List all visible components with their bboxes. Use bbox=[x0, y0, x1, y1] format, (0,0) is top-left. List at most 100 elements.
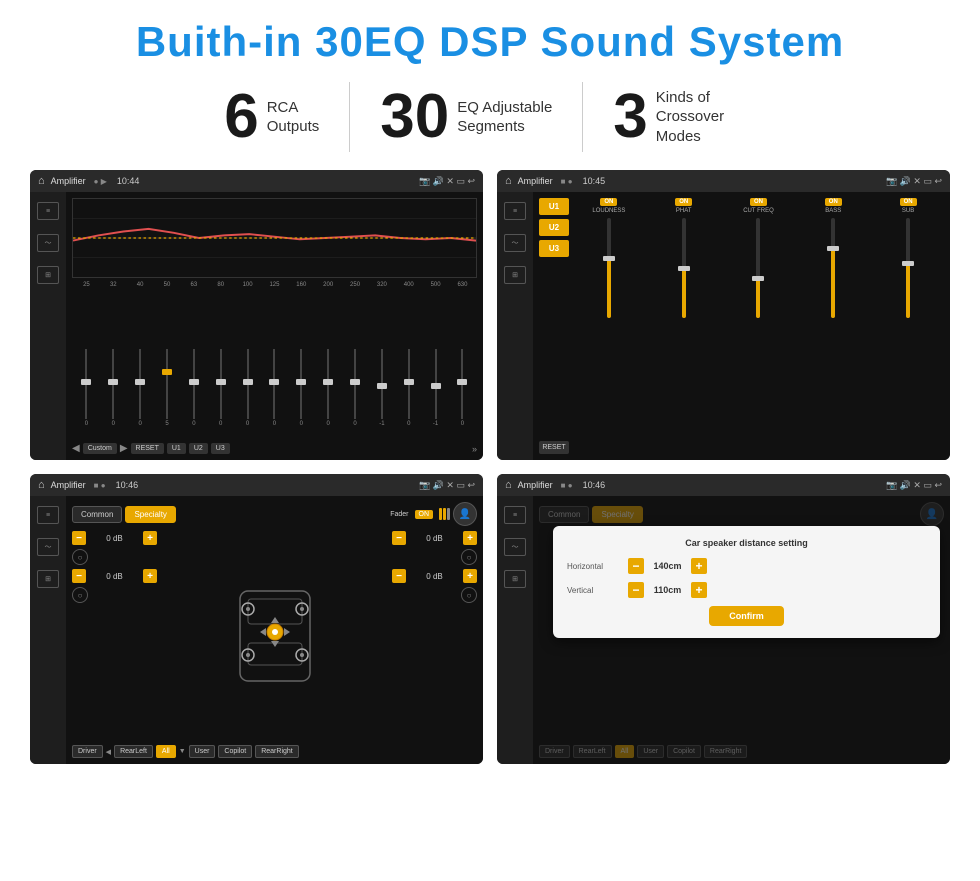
eq-u2-btn[interactable]: U2 bbox=[189, 443, 208, 454]
screen-eq: ⌂ Amplifier ● ▶ 10:44 📷 🔊 ✕ ▭ ↩ ≡ 〜 ⊞ bbox=[30, 170, 483, 460]
eq-content: ≡ 〜 ⊞ bbox=[30, 192, 483, 460]
crossover-sidebar-icon-3: ⊞ bbox=[504, 266, 526, 284]
tab-common[interactable]: Common bbox=[72, 506, 122, 523]
crossover-topbar-icons: 📷 🔊 ✕ ▭ ↩ bbox=[886, 176, 942, 187]
stat-number-crossover: 3 bbox=[613, 86, 647, 148]
db-plus-1[interactable]: + bbox=[143, 531, 157, 545]
channel-loudness: ON LOUDNESS bbox=[573, 198, 645, 454]
crossover-channels-grid: ON LOUDNESS bbox=[573, 198, 944, 454]
db-row-1: − 0 dB + bbox=[72, 531, 157, 545]
db-plus-4[interactable]: + bbox=[463, 569, 477, 583]
rearleft-btn[interactable]: RearLeft bbox=[114, 745, 153, 758]
speaker-icon-row-1: ○ bbox=[72, 549, 157, 565]
eq-sidebar-icon-1: ≡ bbox=[37, 202, 59, 220]
rearright-btn[interactable]: RearRight bbox=[255, 745, 299, 758]
user-btn[interactable]: User bbox=[189, 745, 216, 758]
horizontal-plus-btn[interactable]: + bbox=[691, 558, 707, 574]
cutfreq-label: CUT FREQ bbox=[743, 208, 774, 214]
crossover-content: ≡ 〜 ⊞ U1 U2 U3 RESET bbox=[497, 192, 950, 460]
speaker-icon-row-3: ○ bbox=[392, 549, 477, 565]
eq-slider-3: 5 bbox=[155, 349, 180, 439]
distance-sidebar: ≡ 〜 ⊞ bbox=[497, 496, 533, 764]
eq-next-arrow[interactable]: ▶ bbox=[120, 443, 128, 454]
fader-label: Fader bbox=[390, 511, 408, 518]
db-minus-3[interactable]: − bbox=[392, 531, 406, 545]
eq-prev-arrow[interactable]: ◀ bbox=[72, 443, 80, 454]
home-icon: ⌂ bbox=[38, 175, 45, 187]
eq-topbar: ⌂ Amplifier ● ▶ 10:44 📷 🔊 ✕ ▭ ↩ bbox=[30, 170, 483, 192]
eq-slider-2: 0 bbox=[128, 349, 153, 439]
distance-bg-copilot: Copilot bbox=[667, 745, 701, 758]
distance-bg-user: User bbox=[637, 745, 664, 758]
balance-topbar: ⌂ Amplifier ■ ● 10:46 📷 🔊 ✕ ▭ ↩ bbox=[30, 474, 483, 496]
balance-content: ≡ 〜 ⊞ Common Specialty Fader ON bbox=[30, 496, 483, 764]
db-minus-1[interactable]: − bbox=[72, 531, 86, 545]
crossover-u-buttons: U1 U2 U3 RESET bbox=[539, 198, 569, 454]
eq-slider-0: 0 bbox=[74, 349, 99, 439]
vertical-plus-btn[interactable]: + bbox=[691, 582, 707, 598]
eq-slider-6: 0 bbox=[235, 349, 260, 439]
crossover-topbar: ⌂ Amplifier ■ ● 10:45 📷 🔊 ✕ ▭ ↩ bbox=[497, 170, 950, 192]
db-val-3: 0 dB bbox=[409, 534, 460, 543]
eq-graph bbox=[72, 198, 477, 278]
eq-custom-btn[interactable]: Custom bbox=[83, 443, 117, 454]
stat-rca: 6 RCA Outputs bbox=[194, 86, 349, 148]
vertical-minus-btn[interactable]: − bbox=[628, 582, 644, 598]
distance-status-dots: ■ ● bbox=[561, 481, 573, 490]
balance-right-controls: − 0 dB + ○ − 0 dB + bbox=[392, 531, 477, 740]
stat-crossover: 3 Kinds of Crossover Modes bbox=[583, 86, 785, 148]
crossover-sidebar: ≡ 〜 ⊞ bbox=[497, 192, 533, 460]
eq-slider-4: 0 bbox=[181, 349, 206, 439]
distance-setting-dialog: Car speaker distance setting Horizontal … bbox=[553, 526, 940, 638]
sub-slider[interactable] bbox=[872, 216, 944, 454]
db-row-4: − 0 dB + bbox=[392, 569, 477, 583]
all-btn[interactable]: All bbox=[156, 745, 176, 758]
distance-sidebar-icon-3: ⊞ bbox=[504, 570, 526, 588]
bass-slider[interactable] bbox=[797, 216, 869, 454]
stat-number-rca: 6 bbox=[224, 86, 258, 148]
distance-content: ≡ 〜 ⊞ Common Specialty 👤 Car speaker dis… bbox=[497, 496, 950, 764]
vertical-row: Vertical − 110cm + bbox=[567, 582, 926, 598]
eq-slider-10: 0 bbox=[343, 349, 368, 439]
driver-btn[interactable]: Driver bbox=[72, 745, 103, 758]
vertical-label: Vertical bbox=[567, 586, 622, 595]
balance-status-dots: ■ ● bbox=[94, 481, 106, 490]
phat-slider[interactable] bbox=[648, 216, 720, 454]
phat-on-badge: ON bbox=[675, 198, 692, 206]
crossover-u2[interactable]: U2 bbox=[539, 219, 569, 236]
eq-status-dots: ● ▶ bbox=[94, 177, 107, 186]
cutfreq-slider[interactable] bbox=[723, 216, 795, 454]
distance-bg-rearleft: RearLeft bbox=[573, 745, 612, 758]
eq-main-area: 253240506380100125160200250320400500630 … bbox=[66, 192, 483, 460]
eq-slider-9: 0 bbox=[316, 349, 341, 439]
tab-specialty[interactable]: Specialty bbox=[125, 506, 175, 523]
distance-bg-all: All bbox=[615, 745, 635, 758]
loudness-on-badge: ON bbox=[600, 198, 617, 206]
distance-sidebar-icon-1: ≡ bbox=[504, 506, 526, 524]
balance-left-controls: − 0 dB + ○ − 0 dB + bbox=[72, 531, 157, 740]
eq-u3-btn[interactable]: U3 bbox=[211, 443, 230, 454]
eq-reset-btn[interactable]: RESET bbox=[131, 443, 164, 454]
db-minus-4[interactable]: − bbox=[392, 569, 406, 583]
distance-bg-tab-specialty: Specialty bbox=[592, 506, 642, 523]
crossover-reset-btn[interactable]: RESET bbox=[539, 441, 569, 454]
db-minus-2[interactable]: − bbox=[72, 569, 86, 583]
crossover-sidebar-icon-2: 〜 bbox=[504, 234, 526, 252]
crossover-home-icon: ⌂ bbox=[505, 175, 512, 187]
crossover-u3[interactable]: U3 bbox=[539, 240, 569, 257]
page-wrapper: Buith-in 30EQ DSP Sound System 6 RCA Out… bbox=[0, 0, 980, 881]
eq-u1-btn[interactable]: U1 bbox=[167, 443, 186, 454]
crossover-u1[interactable]: U1 bbox=[539, 198, 569, 215]
horizontal-minus-btn[interactable]: − bbox=[628, 558, 644, 574]
eq-slider-14: 0 bbox=[450, 349, 475, 439]
confirm-button[interactable]: Confirm bbox=[709, 606, 784, 626]
speaker-icon-row-4: ○ bbox=[392, 587, 477, 603]
bass-label: BASS bbox=[825, 208, 841, 214]
db-plus-2[interactable]: + bbox=[143, 569, 157, 583]
eq-topbar-icons: 📷 🔊 ✕ ▭ ↩ bbox=[419, 176, 475, 187]
screenshots-grid: ⌂ Amplifier ● ▶ 10:44 📷 🔊 ✕ ▭ ↩ ≡ 〜 ⊞ bbox=[30, 170, 950, 764]
db-plus-3[interactable]: + bbox=[463, 531, 477, 545]
loudness-slider[interactable] bbox=[573, 216, 645, 454]
crossover-sidebar-icon-1: ≡ bbox=[504, 202, 526, 220]
copilot-btn[interactable]: Copilot bbox=[218, 745, 252, 758]
